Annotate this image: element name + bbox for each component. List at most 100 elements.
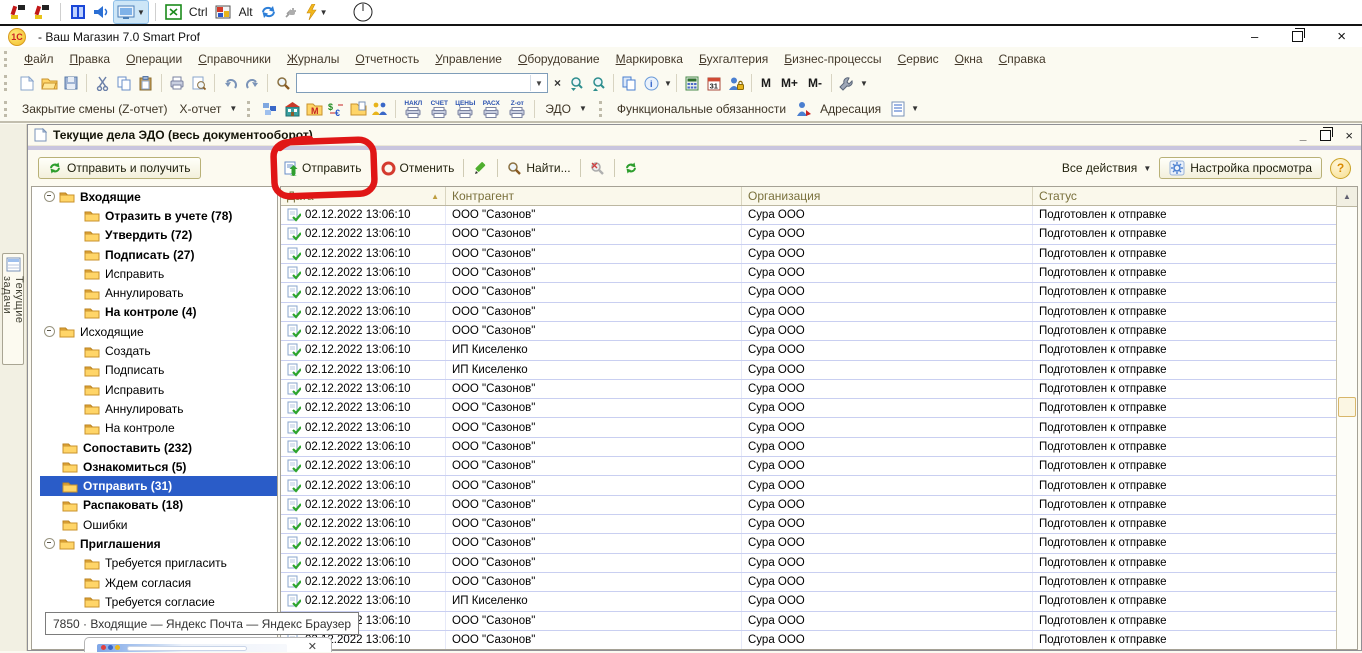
view-settings-button[interactable]: Настройка просмотра (1159, 157, 1322, 179)
plug-icon[interactable] (280, 1, 302, 23)
send-receive-button[interactable]: Отправить и получить (38, 157, 201, 179)
alt-button[interactable]: Alt (235, 5, 257, 19)
table-row[interactable]: 02.12.2022 13:06:10ООО "Сазонов"Сура ООО… (281, 554, 1357, 573)
tree-item-утвердить-72-[interactable]: Утвердить (72) (32, 226, 277, 245)
table-row[interactable]: 02.12.2022 13:06:10ООО "Сазонов"Сура ООО… (281, 476, 1357, 495)
table-row[interactable]: 02.12.2022 13:06:10ООО "Сазонов"Сура ООО… (281, 573, 1357, 592)
ctrl-button[interactable]: Ctrl (185, 5, 212, 19)
clear-search-icon[interactable]: × (550, 76, 565, 90)
chevron-down-icon[interactable]: ▼ (911, 104, 919, 113)
open-folder-icon[interactable] (38, 72, 60, 94)
menu-item-файл[interactable]: Файл (16, 50, 62, 68)
menu-item-справка[interactable]: Справка (991, 50, 1054, 68)
info-icon[interactable]: i (640, 72, 662, 94)
addressing-button[interactable]: Адресация (814, 102, 887, 116)
edo-button[interactable]: ЭДО (539, 102, 577, 116)
paste-icon[interactable] (135, 72, 157, 94)
money-icon[interactable]: $€ (325, 98, 347, 120)
column-header-counterparty[interactable]: Контрагент (446, 187, 742, 205)
refresh-button[interactable] (618, 157, 644, 179)
tree-item-распаковать-18-[interactable]: Распаковать (18) (32, 496, 277, 515)
undo-icon[interactable] (219, 72, 241, 94)
memory-button-m[interactable]: M (756, 76, 776, 90)
panel-icon[interactable] (67, 1, 89, 23)
table-row[interactable]: 02.12.2022 13:06:10ООО "Сазонов"Сура ООО… (281, 496, 1357, 515)
table-row[interactable]: 02.12.2022 13:06:10ООО "Сазонов"Сура ООО… (281, 380, 1357, 399)
chevron-down-icon[interactable]: ▼ (530, 75, 547, 91)
search-next-icon[interactable] (565, 72, 587, 94)
table-row[interactable]: 02.12.2022 13:06:10ООО "Сазонов"Сура ООО… (281, 631, 1357, 650)
page-list-icon[interactable] (887, 98, 909, 120)
chevron-down-icon[interactable]: ▼ (579, 104, 587, 113)
menu-item-правка[interactable]: Правка (62, 50, 119, 68)
tree-item-ждем-согласия[interactable]: Ждем согласия (32, 573, 277, 592)
calculator-icon[interactable] (681, 72, 703, 94)
vertical-scrollbar[interactable]: ▲ (1336, 187, 1357, 649)
person-arrow-icon[interactable] (792, 98, 814, 120)
tree-item-подписать-27-[interactable]: Подписать (27) (32, 245, 277, 264)
scroll-up-button[interactable]: ▲ (1337, 187, 1357, 207)
close-shift-button[interactable]: Закрытие смены (Z-отчет) (16, 102, 173, 116)
menu-item-бизнес-процессы[interactable]: Бизнес-процессы (776, 50, 889, 68)
fullscreen-icon[interactable] (162, 1, 185, 23)
window-titlebar[interactable]: Текущие дела ЭДО (весь документооборот) … (28, 125, 1361, 146)
table-row[interactable]: 02.12.2022 13:06:10ООО "Сазонов"Сура ООО… (281, 264, 1357, 283)
table-row[interactable]: 02.12.2022 13:06:10ООО "Сазонов"Сура ООО… (281, 283, 1357, 302)
menu-item-сервис[interactable]: Сервис (890, 50, 947, 68)
find-button[interactable]: Найти... (501, 157, 576, 179)
browser-thumbnail-popup[interactable]: ✕ (84, 637, 332, 652)
tree-item-создать[interactable]: Создать (32, 341, 277, 360)
table-row[interactable]: 02.12.2022 13:06:10ООО "Сазонов"Сура ООО… (281, 515, 1357, 534)
power-icon[interactable] (349, 1, 377, 23)
restore-button[interactable] (1292, 31, 1303, 42)
toolbar-grip[interactable] (4, 51, 10, 67)
tree-item-приглашения[interactable]: Приглашения (32, 534, 277, 553)
copy-docs-icon[interactable] (618, 72, 640, 94)
chevron-down-icon[interactable]: ▼ (229, 104, 237, 113)
monitor-button[interactable]: ▼ (113, 0, 149, 24)
close-thumbnail-icon[interactable]: ✕ (308, 640, 317, 653)
calendar-icon[interactable]: 31 (703, 72, 725, 94)
mini-report-button-z-от[interactable]: Z-от (504, 100, 530, 118)
menu-item-отчетность[interactable]: Отчетность (347, 50, 427, 68)
redo-icon[interactable] (241, 72, 263, 94)
close-button[interactable]: × (1337, 32, 1346, 42)
table-row[interactable]: 02.12.2022 13:06:10ООО "Сазонов"Сура ООО… (281, 206, 1357, 225)
all-actions-button[interactable]: Все действия ▼ (1062, 161, 1151, 175)
tree-item-исправить[interactable]: Исправить (32, 264, 277, 283)
menu-item-управление[interactable]: Управление (427, 50, 510, 68)
window-minimize-button[interactable]: _ (1300, 132, 1307, 138)
menu-item-журналы[interactable]: Журналы (279, 50, 347, 68)
tree-item-аннулировать[interactable]: Аннулировать (32, 283, 277, 302)
winkey-icon[interactable] (212, 1, 235, 23)
window-close-button[interactable]: × (1345, 128, 1353, 143)
search-icon[interactable] (272, 72, 294, 94)
table-row[interactable]: 02.12.2022 13:06:10ООО "Сазонов"Сура ООО… (281, 245, 1357, 264)
tree-item-требуется-согласие[interactable]: Требуется согласие (32, 592, 277, 611)
window-restore-button[interactable] (1320, 130, 1331, 141)
table-row[interactable]: 02.12.2022 13:06:10ООО "Сазонов"Сура ООО… (281, 399, 1357, 418)
column-header-date[interactable]: Дата▲ (281, 187, 446, 205)
tree-item-исправить[interactable]: Исправить (32, 380, 277, 399)
table-row[interactable]: 02.12.2022 13:06:10ИП КиселенкоСура ОООП… (281, 341, 1357, 360)
tree-item-ошибки[interactable]: Ошибки (32, 515, 277, 534)
tree-item-отправить-31-[interactable]: Отправить (31) (32, 476, 277, 495)
building-icon[interactable] (281, 98, 303, 120)
tree-item-ознакомиться-5-[interactable]: Ознакомиться (5) (32, 457, 277, 476)
chevron-down-icon[interactable]: ▼ (664, 79, 672, 88)
folder-m-icon[interactable]: M (303, 98, 325, 120)
toolbar-grip[interactable] (599, 101, 605, 117)
search-combobox[interactable]: ▼ (296, 73, 548, 93)
functional-duties-button[interactable]: Функциональные обязанности (611, 102, 792, 116)
clear-find-button[interactable] (584, 157, 611, 179)
toolbar-grip[interactable] (4, 101, 10, 117)
folder-doc-icon[interactable] (347, 98, 369, 120)
menu-item-оборудование[interactable]: Оборудование (510, 50, 608, 68)
wrench-icon[interactable] (836, 72, 858, 94)
memory-button-mplus[interactable]: M+ (776, 76, 803, 90)
preview-icon[interactable] (188, 72, 210, 94)
tree-item-требуется-пригласить[interactable]: Требуется пригласить (32, 554, 277, 573)
memory-button-mminus[interactable]: M- (803, 76, 827, 90)
chevron-down-icon[interactable]: ▼ (860, 79, 868, 88)
toolbar-grip[interactable] (4, 75, 10, 91)
